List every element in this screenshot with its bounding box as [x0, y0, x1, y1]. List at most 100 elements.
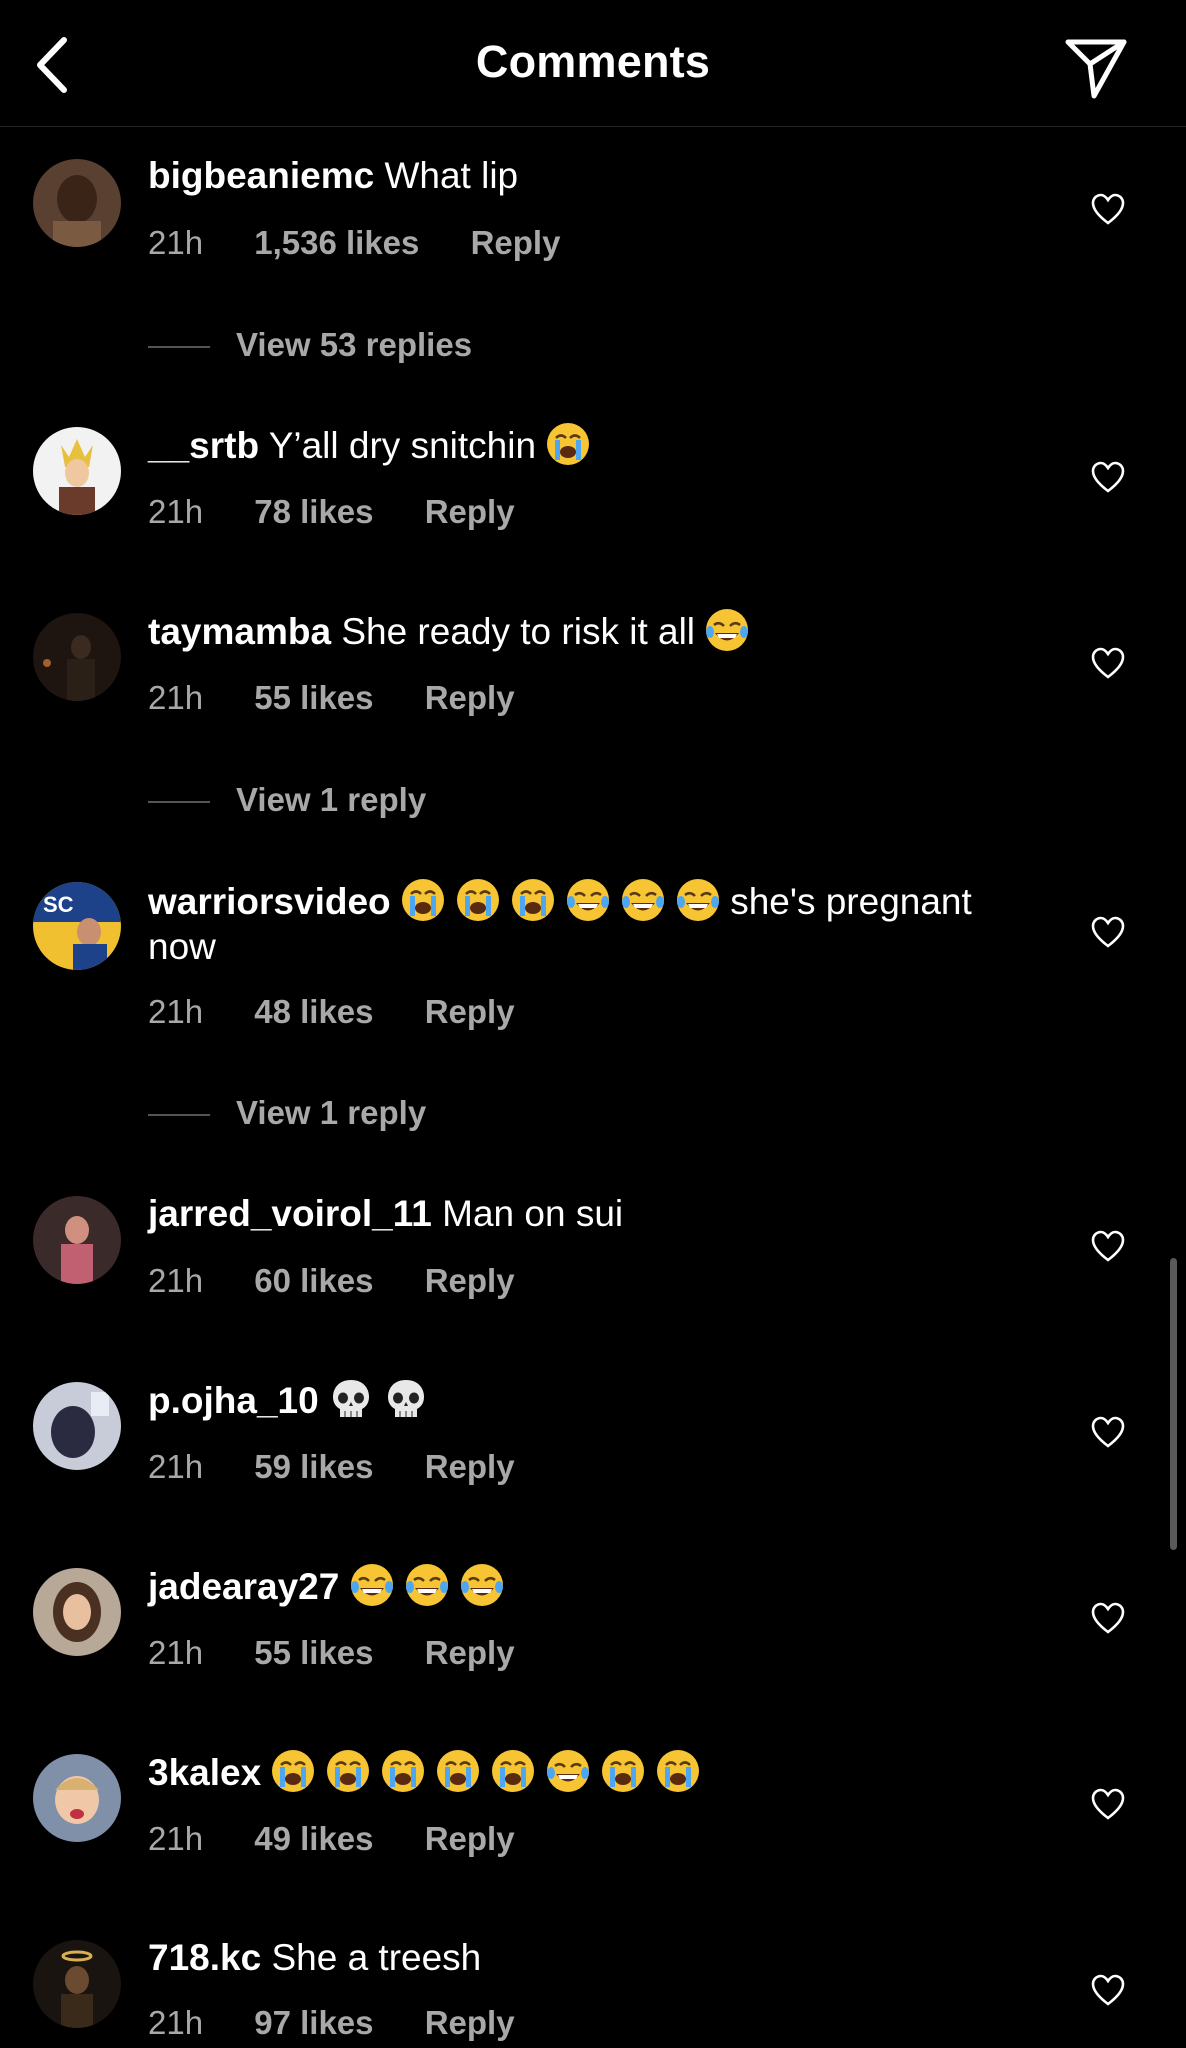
loudly-crying-face-icon [381, 1749, 425, 1793]
share-button[interactable] [1060, 30, 1132, 102]
reply-button[interactable]: Reply [471, 224, 561, 261]
comment-text: __srtb Y’all dry snitchin [148, 422, 1048, 468]
avatar[interactable] [33, 1568, 121, 1656]
comment-username[interactable]: jadearay27 [148, 1566, 339, 1607]
comment-time: 21h [148, 1262, 204, 1299]
comment-emojis [546, 425, 590, 466]
heart-outline-icon[interactable] [1090, 1601, 1126, 1635]
comment-text: jarred_voirol_11 Man on sui [148, 1191, 1048, 1236]
heart-outline-icon[interactable] [1090, 1787, 1126, 1821]
loudly-crying-face-icon [436, 1749, 480, 1793]
comment-username[interactable]: __srtb [148, 425, 259, 466]
comment-time: 21h [148, 679, 204, 716]
reply-button[interactable]: Reply [425, 1634, 515, 1671]
comment-likes[interactable]: 55 likes [254, 679, 373, 716]
heart-outline-icon[interactable] [1090, 1229, 1126, 1263]
view-replies-link[interactable]: View 1 reply [148, 1094, 426, 1132]
comment-text: warriorsvideo she's pregnant now [148, 878, 1048, 969]
thread-divider [148, 346, 210, 349]
svg-text:SC: SC [43, 892, 74, 917]
comment-emojis [329, 1380, 428, 1421]
avatar[interactable] [33, 1382, 121, 1470]
heart-outline-icon[interactable] [1090, 192, 1126, 226]
comment-username[interactable]: jarred_voirol_11 [148, 1193, 432, 1234]
face-with-tears-of-joy-icon [621, 878, 665, 922]
view-replies-link[interactable]: View 53 replies [148, 326, 472, 364]
view-replies-label: View 1 reply [236, 781, 427, 818]
comment-text: 3kalex [148, 1749, 1048, 1795]
comment-text: taymamba She ready to risk it all [148, 608, 1048, 654]
avatar[interactable] [33, 1940, 121, 2028]
avatar[interactable] [33, 159, 121, 247]
face-with-tears-of-joy-icon [350, 1563, 394, 1607]
comment-likes[interactable]: 78 likes [254, 493, 373, 530]
comment-time: 21h [148, 224, 204, 261]
heart-outline-icon[interactable] [1090, 1973, 1126, 2007]
comment-likes[interactable]: 1,536 likes [254, 224, 419, 261]
comment-meta: 21h 78 likes Reply [148, 493, 557, 531]
avatar[interactable] [33, 1754, 121, 1842]
reply-button[interactable]: Reply [425, 1262, 515, 1299]
comment-meta: 21h 97 likes Reply [148, 2004, 557, 2042]
face-with-tears-of-joy-icon [546, 1749, 590, 1793]
comment-meta: 21h 1,536 likes Reply [148, 224, 602, 262]
comment-likes[interactable]: 97 likes [254, 2004, 373, 2041]
reply-button[interactable]: Reply [425, 993, 515, 1030]
heart-outline-icon[interactable] [1090, 646, 1126, 680]
comment-username[interactable]: 3kalex [148, 1752, 261, 1793]
avatar[interactable] [33, 1196, 121, 1284]
comment-emojis [350, 1566, 504, 1607]
loudly-crying-face-icon [511, 878, 555, 922]
view-replies-link[interactable]: View 1 reply [148, 781, 426, 819]
comment-text: 718.kc She a treesh [148, 1935, 1048, 1980]
comment-time: 21h [148, 2004, 204, 2041]
comment-meta: 21h 48 likes Reply [148, 993, 557, 1031]
reply-button[interactable]: Reply [425, 493, 515, 530]
comment-emojis [401, 881, 720, 922]
loudly-crying-face-icon [601, 1749, 645, 1793]
view-replies-label: View 53 replies [236, 326, 473, 363]
page-title: Comments [475, 36, 711, 87]
comment-meta: 21h 60 likes Reply [148, 1262, 557, 1300]
comment-username[interactable]: bigbeaniemc [148, 155, 374, 196]
comment-body: What lip [384, 155, 519, 196]
avatar[interactable] [33, 613, 121, 701]
comment-text: p.ojha_10 [148, 1377, 1048, 1423]
comment-username[interactable]: 718.kc [148, 1937, 261, 1978]
comment-likes[interactable]: 48 likes [254, 993, 373, 1030]
view-replies-label: View 1 reply [236, 1094, 427, 1131]
loudly-crying-face-icon [546, 422, 590, 466]
comment-likes[interactable]: 49 likes [254, 1820, 373, 1857]
comment-meta: 21h 59 likes Reply [148, 1448, 557, 1486]
loudly-crying-face-icon [326, 1749, 370, 1793]
comment-text: jadearay27 [148, 1563, 1048, 1609]
face-with-tears-of-joy-icon [676, 878, 720, 922]
comment-username[interactable]: taymamba [148, 611, 331, 652]
reply-button[interactable]: Reply [425, 1448, 515, 1485]
comment-username[interactable]: p.ojha_10 [148, 1380, 319, 1421]
comment-body: Man on sui [442, 1193, 624, 1234]
avatar[interactable]: SC [33, 882, 121, 970]
paper-plane-icon [1065, 39, 1127, 99]
avatar[interactable] [33, 427, 121, 515]
heart-outline-icon[interactable] [1090, 460, 1126, 494]
comment-time: 21h [148, 493, 204, 530]
reply-button[interactable]: Reply [425, 2004, 515, 2041]
scrollbar-thumb[interactable] [1170, 1258, 1177, 1550]
loudly-crying-face-icon [491, 1749, 535, 1793]
heart-outline-icon[interactable] [1090, 915, 1126, 949]
comment-likes[interactable]: 55 likes [254, 1634, 373, 1671]
comment-body: She ready to risk it all [341, 611, 696, 652]
face-with-tears-of-joy-icon [566, 878, 610, 922]
comment-time: 21h [148, 1820, 204, 1857]
reply-button[interactable]: Reply [425, 1820, 515, 1857]
heart-outline-icon[interactable] [1090, 1415, 1126, 1449]
comment-likes[interactable]: 60 likes [254, 1262, 373, 1299]
skull-icon [384, 1377, 428, 1421]
comment-text: bigbeaniemc What lip [148, 153, 1048, 198]
comment-username[interactable]: warriorsvideo [148, 881, 391, 922]
comment-meta: 21h 55 likes Reply [148, 679, 557, 717]
reply-button[interactable]: Reply [425, 679, 515, 716]
comment-likes[interactable]: 59 likes [254, 1448, 373, 1485]
loudly-crying-face-icon [271, 1749, 315, 1793]
